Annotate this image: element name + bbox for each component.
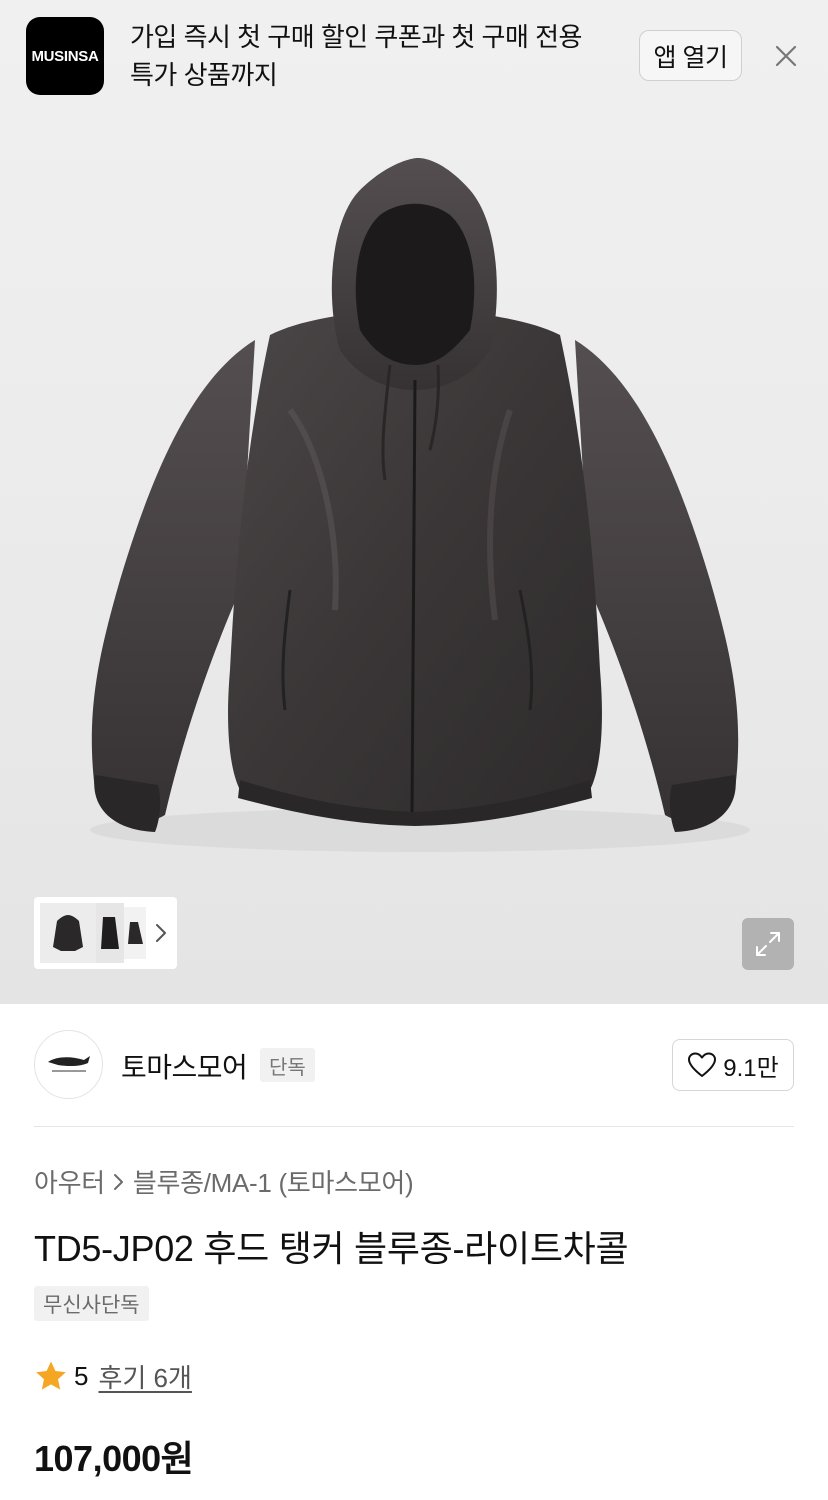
thumbnail-strip[interactable] bbox=[34, 897, 177, 969]
chevron-right-icon[interactable] bbox=[146, 903, 176, 963]
heart-icon bbox=[688, 1052, 717, 1077]
app-install-banner: MUSINSA 가입 즉시 첫 구매 할인 쿠폰과 첫 구매 전용 특가 상품까… bbox=[0, 0, 828, 112]
product-price: 107,000원 bbox=[34, 1438, 194, 1479]
star-icon bbox=[36, 1361, 66, 1390]
chevron-right-icon bbox=[113, 1172, 125, 1192]
breadcrumb: 아우터 블루종/MA-1 (토마스모어) bbox=[34, 1163, 414, 1200]
musinsa-app-logo: MUSINSA bbox=[26, 17, 104, 95]
thumbnail-front[interactable] bbox=[40, 903, 96, 963]
rating-row: 5 후기 6개 bbox=[34, 1356, 192, 1396]
product-image bbox=[90, 158, 750, 852]
product-image-gallery[interactable]: MUSINSA 가입 즉시 첫 구매 할인 쿠폰과 첫 구매 전용 특가 상품까… bbox=[0, 0, 828, 1004]
thumbnail-back[interactable] bbox=[124, 907, 146, 959]
product-title: TD5-JP02 후드 탱커 블루종-라이트차콜 bbox=[34, 1228, 629, 1269]
thumbnail-side[interactable] bbox=[96, 903, 124, 963]
brand-like-button[interactable]: 9.1만 bbox=[672, 1039, 794, 1091]
breadcrumb-category[interactable]: 아우터 bbox=[34, 1163, 105, 1200]
rating-score: 5 bbox=[74, 1360, 89, 1391]
brand-row: 토마스모어 단독 9.1만 bbox=[34, 1030, 794, 1100]
product-detail-page: MUSINSA 가입 즉시 첫 구매 할인 쿠폰과 첫 구매 전용 특가 상품까… bbox=[0, 0, 828, 1500]
expand-icon[interactable] bbox=[742, 918, 794, 970]
banner-message: 가입 즉시 첫 구매 할인 쿠폰과 첫 구매 전용 특가 상품까지 bbox=[130, 22, 582, 90]
exclusive-badge: 무신사단독 bbox=[34, 1286, 149, 1321]
open-app-button[interactable]: 앱 열기 bbox=[639, 30, 742, 81]
brand-name[interactable]: 토마스모어 bbox=[121, 1046, 248, 1086]
brand-logo[interactable] bbox=[34, 1030, 103, 1099]
close-icon[interactable] bbox=[768, 38, 804, 74]
review-count-link[interactable]: 후기 6개 bbox=[98, 1358, 191, 1395]
like-count: 9.1만 bbox=[723, 1054, 779, 1082]
brand-exclusive-tag: 단독 bbox=[260, 1048, 315, 1082]
breadcrumb-subcategory[interactable]: 블루종/MA-1 (토마스모어) bbox=[133, 1163, 414, 1200]
divider bbox=[34, 1126, 794, 1127]
